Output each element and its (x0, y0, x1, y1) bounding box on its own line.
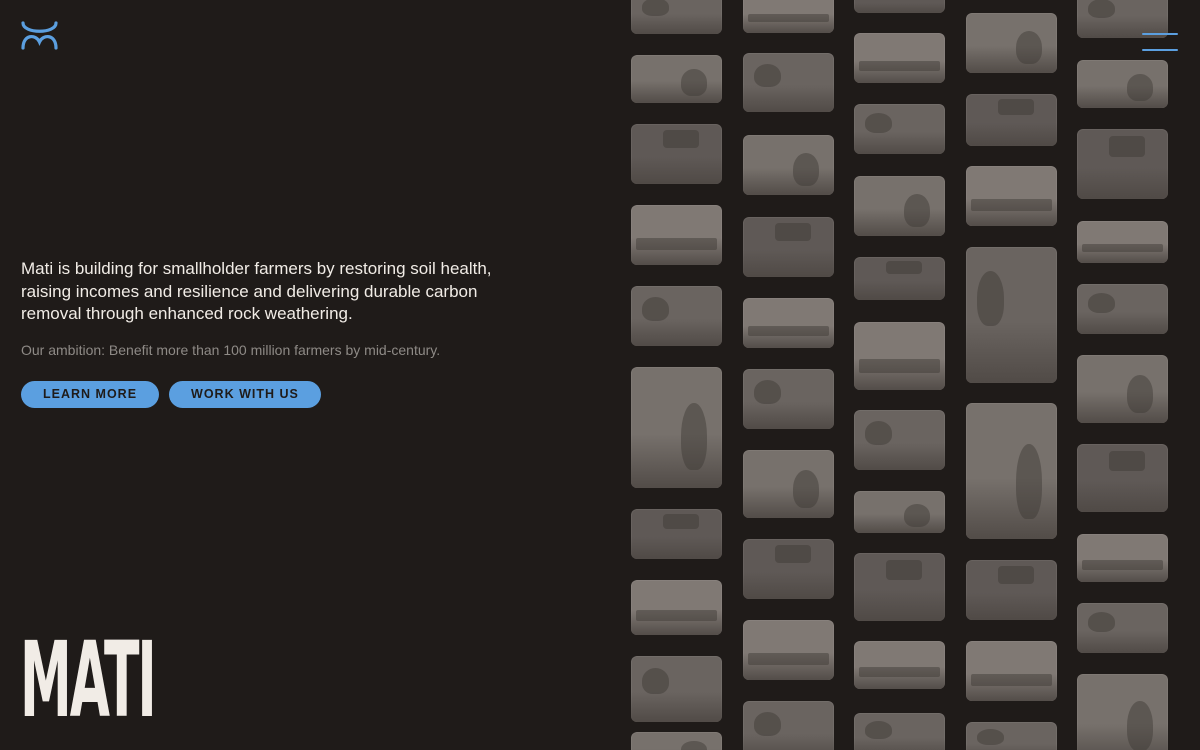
community-photo (854, 176, 945, 236)
community-photo (743, 369, 834, 429)
farmer-group-photo (966, 166, 1057, 226)
hero-ambition-text: Our ambition: Benefit more than 100 mill… (21, 341, 441, 358)
village-meeting-photo (854, 553, 945, 621)
farmer-group-photo (1077, 129, 1168, 199)
farmer-group-photo (743, 539, 834, 599)
mati-wave-logo-icon[interactable] (20, 20, 60, 52)
cta-row: LEARN MORE WORK WITH US (21, 380, 541, 408)
village-meeting-photo (631, 286, 722, 346)
planting-photo (631, 367, 722, 488)
rock-crusher-photo (1077, 284, 1168, 334)
farm-field-photo (743, 450, 834, 518)
rock-crusher-photo (743, 53, 834, 112)
farm-field-photo (631, 0, 722, 34)
lab-work-photo (854, 104, 945, 154)
community-photo (631, 580, 722, 635)
field-work-photo (631, 124, 722, 184)
rock-crusher-photo (631, 205, 722, 265)
farm-field-photo (966, 94, 1057, 146)
field-work-photo (854, 410, 945, 470)
community-photo (966, 13, 1057, 73)
planting-photo (966, 641, 1057, 701)
planting-photo (1077, 444, 1168, 512)
learn-more-button[interactable]: LEARN MORE (21, 380, 160, 408)
page: Mati is building for smallholder farmers… (0, 0, 1200, 750)
lab-work-photo (1077, 534, 1168, 582)
lab-work-photo (966, 722, 1057, 750)
farmer-group-photo (631, 732, 722, 750)
field-work-photo (966, 247, 1057, 383)
farm-field-photo (631, 656, 722, 722)
rock-crusher-photo (743, 701, 834, 750)
village-meeting-photo (1077, 355, 1168, 423)
farmer-group-photo (631, 55, 722, 103)
lab-work-photo (631, 509, 722, 559)
planting-photo (854, 33, 945, 83)
village-meeting-photo (743, 135, 834, 195)
farm-field-photo (1077, 674, 1168, 750)
mati-wordmark: MATI (20, 619, 157, 741)
farm-field-photo (1077, 60, 1168, 108)
farm-field-photo (854, 257, 945, 300)
farmer-group-photo (854, 322, 945, 390)
hero-text: Mati is building for smallholder farmers… (21, 259, 492, 323)
hero-section: Mati is building for smallholder farmers… (21, 258, 541, 408)
field-work-photo (1077, 221, 1168, 263)
planting-photo (743, 217, 834, 277)
rock-crusher-photo (966, 403, 1057, 539)
village-meeting-photo (966, 560, 1057, 620)
rock-crusher-photo (854, 491, 945, 533)
lab-work-photo (743, 298, 834, 348)
work-with-us-button[interactable]: WORK WITH US (169, 380, 321, 408)
field-work-photo (743, 0, 834, 33)
field-work-photo (743, 620, 834, 680)
community-photo (1077, 603, 1168, 653)
village-meeting-photo (854, 0, 945, 13)
lab-work-photo (854, 713, 945, 750)
hamburger-menu-icon[interactable] (1142, 31, 1180, 55)
planting-photo (854, 641, 945, 689)
